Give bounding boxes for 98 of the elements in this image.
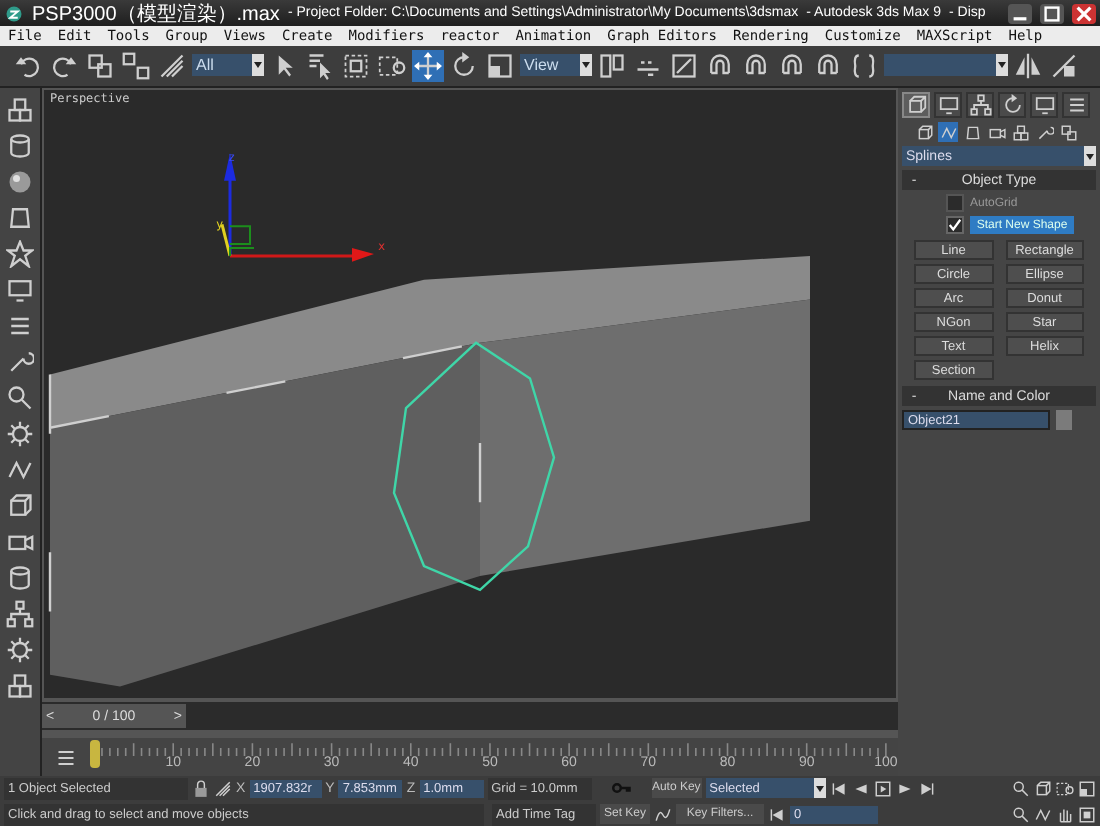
- manipulate-button[interactable]: [668, 49, 700, 82]
- magnet-icon: [742, 51, 770, 80]
- rotate-tab[interactable]: [998, 92, 1026, 118]
- rotate-icon: [1001, 94, 1023, 116]
- shape-icon: [939, 123, 957, 141]
- time-marker[interactable]: [90, 739, 100, 768]
- hierarchy-tab[interactable]: [966, 92, 994, 118]
- region-select-icon: [342, 51, 370, 80]
- scale-button[interactable]: [484, 49, 516, 82]
- sphere-icon[interactable]: [6, 168, 34, 196]
- zoom-icon[interactable]: [1012, 779, 1030, 797]
- camera-button[interactable]: [986, 122, 1006, 142]
- transform-gizmo-icon: [220, 153, 374, 262]
- maximize-icon: [1044, 5, 1060, 21]
- start-new-shape-checkbox[interactable]: [946, 216, 964, 234]
- cylinder-icon[interactable]: [6, 564, 34, 592]
- cylinder-icon[interactable]: [6, 132, 34, 160]
- cubes-button[interactable]: [1010, 122, 1030, 142]
- manipulate-icon: [670, 51, 698, 80]
- rotate-icon: [450, 51, 478, 80]
- stack-tab[interactable]: [1062, 92, 1090, 118]
- select-by-name-button[interactable]: [304, 49, 336, 82]
- crossing-select-icon[interactable]: [1056, 779, 1074, 797]
- object-color-swatch[interactable]: [1056, 410, 1072, 430]
- align-icon: [1050, 51, 1078, 80]
- redo-icon: [50, 51, 78, 80]
- cubes-icon: [1011, 123, 1029, 141]
- monitor-tab[interactable]: [1030, 92, 1058, 118]
- star-icon[interactable]: [6, 240, 34, 268]
- maximize-button[interactable]: [1040, 3, 1064, 23]
- magnet-icon: [706, 51, 734, 80]
- monitor-icon: [937, 94, 959, 116]
- box-button[interactable]: [914, 122, 934, 142]
- window-title: PSP3000（模型渲染）.max: [32, 1, 280, 27]
- undo-icon: [14, 51, 42, 80]
- pivot-button[interactable]: [596, 49, 628, 82]
- move-icon: [414, 51, 442, 80]
- check-mark-icon: [948, 218, 962, 232]
- go-to-start-icon[interactable]: [829, 779, 848, 797]
- toolbar-dropdown[interactable]: View: [520, 54, 592, 77]
- stack-icon[interactable]: [6, 312, 34, 340]
- hierarchy-icon: [969, 94, 991, 116]
- shape-button[interactable]: [938, 122, 958, 142]
- zoom-icon[interactable]: [1012, 805, 1030, 823]
- play-icon[interactable]: [873, 779, 892, 797]
- monitor-icon: [1033, 94, 1055, 116]
- hand-icon[interactable]: [1056, 805, 1074, 823]
- align-button[interactable]: [1048, 49, 1080, 82]
- hierarchy-icon[interactable]: [6, 600, 34, 628]
- box-tab[interactable]: [902, 92, 930, 118]
- app-logo-icon: [4, 3, 24, 23]
- box-icon[interactable]: [1034, 779, 1052, 797]
- unlink-icon: [122, 51, 150, 80]
- braces-button[interactable]: [848, 49, 880, 82]
- gear-icon[interactable]: [6, 636, 34, 664]
- go-to-end-icon[interactable]: [917, 779, 936, 797]
- magnet-icon: [778, 51, 806, 80]
- box-icon: [915, 123, 933, 141]
- magnet-icon: [814, 51, 842, 80]
- box-icon[interactable]: [6, 492, 34, 520]
- unlink-button[interactable]: [120, 49, 152, 82]
- mirror-button[interactable]: [1012, 49, 1044, 82]
- maximize-icon[interactable]: [1078, 805, 1096, 823]
- scale-icon[interactable]: [1078, 779, 1096, 797]
- minimize-button[interactable]: [1008, 3, 1032, 23]
- toolbar-dropdown[interactable]: [884, 54, 1008, 77]
- move-button[interactable]: [412, 49, 444, 82]
- go-to-start-icon[interactable]: [768, 805, 786, 823]
- gear-icon[interactable]: [6, 420, 34, 448]
- braces-icon: [850, 51, 878, 80]
- pivot-icon: [598, 51, 626, 80]
- mirror-icon: [1014, 51, 1042, 80]
- key-curve-icon[interactable]: [654, 805, 672, 823]
- zoom-icon[interactable]: [6, 384, 34, 412]
- link-button[interactable]: [84, 49, 116, 82]
- link-button[interactable]: [1058, 122, 1078, 142]
- rotate-button[interactable]: [448, 49, 480, 82]
- stack-icon: [1065, 94, 1087, 116]
- select-by-name-icon: [306, 51, 334, 80]
- curve-editor-icon[interactable]: [54, 745, 78, 770]
- link-icon: [1059, 123, 1077, 141]
- close-icon: [1076, 5, 1092, 21]
- lock-icon[interactable]: [192, 779, 210, 797]
- region-select-button[interactable]: [340, 49, 372, 82]
- scale-icon: [486, 51, 514, 80]
- monitor-icon[interactable]: [6, 276, 34, 304]
- monitor-tab[interactable]: [934, 92, 962, 118]
- cubes-icon[interactable]: [6, 96, 34, 124]
- link-icon: [86, 51, 114, 80]
- box-icon: [905, 94, 927, 116]
- camera-icon: [987, 123, 1005, 141]
- close-button[interactable]: [1072, 3, 1096, 23]
- toolbar-dropdown[interactable]: All: [192, 54, 264, 77]
- shape-icon[interactable]: [6, 456, 34, 484]
- shape-icon[interactable]: [1034, 805, 1052, 823]
- cubes-icon[interactable]: [6, 672, 34, 700]
- crossing-select-icon: [378, 51, 406, 80]
- previous-frame-icon[interactable]: [851, 779, 870, 797]
